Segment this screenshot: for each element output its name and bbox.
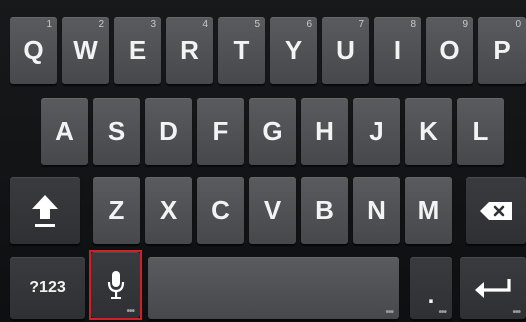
key-b[interactable]: B: [301, 177, 348, 244]
key-r[interactable]: R 4: [166, 17, 213, 84]
key-label: R: [180, 35, 199, 65]
key-label: Y: [284, 35, 303, 65]
shift-icon: [31, 193, 59, 229]
key-label: O: [439, 35, 460, 65]
key-hint: 7: [358, 19, 364, 30]
key-y[interactable]: Y 6: [270, 17, 317, 84]
key-label: E: [128, 35, 147, 65]
key-g[interactable]: G: [249, 98, 296, 165]
key-label: Q: [23, 35, 44, 65]
key-hint: 9: [462, 19, 468, 30]
voice-input-key[interactable]: •••: [91, 252, 140, 318]
backspace-key[interactable]: [466, 177, 526, 244]
key-f[interactable]: F: [197, 98, 244, 165]
key-u[interactable]: U 7: [322, 17, 369, 84]
key-label: Z: [108, 195, 125, 225]
key-hint: 5: [254, 19, 260, 30]
key-label: X: [159, 195, 178, 225]
more-keys-indicator: •••: [126, 306, 134, 317]
key-w[interactable]: W 2: [62, 17, 109, 84]
key-d[interactable]: D: [145, 98, 192, 165]
key-hint: 0: [515, 19, 521, 30]
key-label: F: [212, 116, 229, 146]
key-label: T: [233, 35, 250, 65]
key-label: M: [417, 195, 440, 225]
key-label: U: [336, 35, 355, 65]
key-label: G: [262, 116, 283, 146]
key-label: C: [211, 195, 230, 225]
key-p[interactable]: P 0: [478, 17, 526, 84]
key-hint: 8: [410, 19, 416, 30]
key-label: H: [315, 116, 334, 146]
key-label: A: [55, 116, 74, 146]
key-label: J: [369, 116, 384, 146]
key-label: D: [159, 116, 178, 146]
key-hint: 6: [306, 19, 312, 30]
more-keys-indicator: •••: [512, 307, 520, 318]
more-keys-indicator: •••: [438, 307, 446, 318]
key-i[interactable]: I 8: [374, 17, 421, 84]
more-keys-indicator: •••: [385, 307, 393, 318]
key-label: I: [393, 35, 402, 65]
enter-key[interactable]: •••: [460, 257, 526, 319]
key-a[interactable]: A: [41, 98, 88, 165]
key-label: K: [419, 116, 438, 146]
key-label: P: [493, 35, 511, 65]
period-label: .: [427, 282, 435, 309]
key-l[interactable]: L: [457, 98, 504, 165]
soft-keyboard: Q 1 W 2 E 3 R 4 T 5 Y 6 U 7 I 8 O 9 P 0 …: [0, 0, 526, 322]
key-label: L: [472, 116, 489, 146]
enter-icon: [473, 277, 513, 299]
symbols-label: ?123: [29, 279, 66, 296]
key-label: V: [263, 195, 282, 225]
key-hint: 3: [150, 19, 156, 30]
key-e[interactable]: E 3: [114, 17, 161, 84]
spacebar[interactable]: •••: [148, 257, 399, 319]
backspace-icon: [479, 201, 513, 221]
key-j[interactable]: J: [353, 98, 400, 165]
key-s[interactable]: S: [93, 98, 140, 165]
key-v[interactable]: V: [249, 177, 296, 244]
key-label: B: [315, 195, 334, 225]
key-q[interactable]: Q 1: [10, 17, 57, 84]
key-c[interactable]: C: [197, 177, 244, 244]
key-hint: 1: [46, 19, 52, 30]
key-m[interactable]: M: [405, 177, 452, 244]
key-k[interactable]: K: [405, 98, 452, 165]
key-n[interactable]: N: [353, 177, 400, 244]
key-hint: 2: [98, 19, 104, 30]
key-z[interactable]: Z: [93, 177, 140, 244]
key-label: W: [73, 35, 98, 65]
shift-key[interactable]: [10, 177, 80, 244]
key-t[interactable]: T 5: [218, 17, 265, 84]
key-hint: 4: [202, 19, 208, 30]
key-label: S: [107, 116, 126, 146]
key-x[interactable]: X: [145, 177, 192, 244]
period-key[interactable]: . •••: [410, 257, 452, 319]
symbols-key[interactable]: ?123: [10, 257, 85, 319]
key-label: N: [367, 195, 386, 225]
key-h[interactable]: H: [301, 98, 348, 165]
microphone-icon: [106, 270, 126, 300]
key-o[interactable]: O 9: [426, 17, 473, 84]
